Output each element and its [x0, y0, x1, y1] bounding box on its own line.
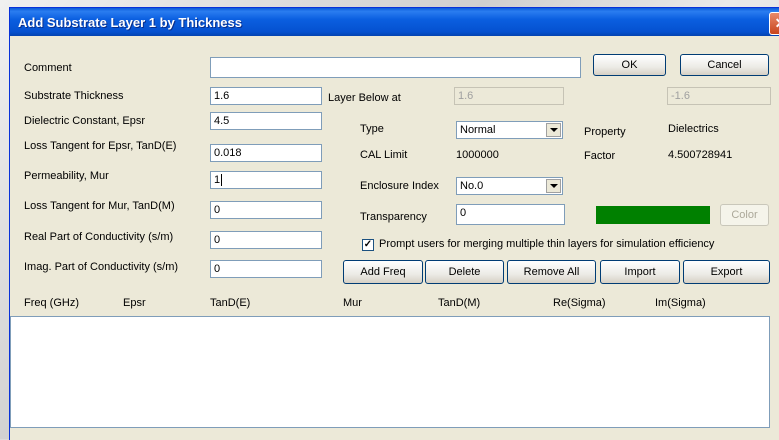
- substrate-thickness-label: Substrate Thickness: [24, 90, 124, 102]
- permeability-value: 1: [214, 174, 221, 186]
- close-button[interactable]: ✕: [769, 12, 779, 35]
- layer-below-right-input: -1.6: [667, 87, 771, 105]
- ok-button[interactable]: OK: [593, 54, 666, 76]
- export-button[interactable]: Export: [683, 260, 770, 284]
- factor-value: 4.500728941: [668, 149, 733, 161]
- type-dropdown[interactable]: Normal: [456, 121, 563, 139]
- add-freq-button[interactable]: Add Freq: [343, 260, 423, 284]
- import-button[interactable]: Import: [600, 260, 680, 284]
- loss-tangent-mur-label: Loss Tangent for Mur, TanD(M): [24, 200, 175, 212]
- permeability-input[interactable]: 1: [210, 171, 322, 189]
- column-header-freq: Freq (GHz): [24, 297, 79, 309]
- enclosure-index-dropdown[interactable]: No.0: [456, 177, 563, 195]
- comment-input[interactable]: [210, 57, 581, 78]
- delete-button[interactable]: Delete: [425, 260, 504, 284]
- frequency-table[interactable]: [10, 316, 770, 428]
- column-header-tand-m: TanD(M): [438, 297, 481, 309]
- type-selected: Normal: [460, 124, 496, 136]
- transparency-label: Transparency: [360, 211, 427, 223]
- remove-all-button[interactable]: Remove All: [507, 260, 596, 284]
- cal-limit-value: 1000000: [456, 149, 499, 161]
- title-bar[interactable]: Add Substrate Layer 1 by Thickness ✕: [10, 8, 779, 36]
- property-label: Property: [584, 126, 626, 138]
- prompt-merge-checkbox[interactable]: ✓: [362, 239, 374, 251]
- property-value: Dielectrics: [668, 123, 719, 135]
- chevron-down-icon[interactable]: [546, 123, 561, 137]
- transparency-input[interactable]: 0: [456, 204, 565, 225]
- permeability-label: Permeability, Mur: [24, 170, 109, 182]
- loss-tangent-epsr-input[interactable]: 0.018: [210, 144, 322, 162]
- chevron-down-icon[interactable]: [546, 179, 561, 193]
- enclosure-selected: No.0: [460, 180, 484, 192]
- color-button[interactable]: Color: [720, 204, 769, 226]
- substrate-thickness-input[interactable]: 1.6: [210, 87, 322, 105]
- imag-conductivity-input[interactable]: 0: [210, 260, 322, 278]
- dialog-title: Add Substrate Layer 1 by Thickness: [18, 15, 242, 30]
- layer-below-input: 1.6: [454, 87, 564, 105]
- loss-tangent-epsr-label: Loss Tangent for Epsr, TanD(E): [24, 140, 177, 152]
- column-header-im-sigma: Im(Sigma): [655, 297, 706, 309]
- prompt-merge-label: Prompt users for merging multiple thin l…: [379, 238, 715, 250]
- dielectric-constant-label: Dielectric Constant, Epsr: [24, 115, 146, 127]
- loss-tangent-mur-input[interactable]: 0: [210, 201, 322, 219]
- dielectric-constant-input[interactable]: 4.5: [210, 112, 322, 130]
- enclosure-index-label: Enclosure Index: [360, 180, 439, 192]
- comment-label: Comment: [24, 62, 72, 74]
- factor-label: Factor: [584, 150, 616, 162]
- column-header-re-sigma: Re(Sigma): [553, 297, 606, 309]
- cancel-button[interactable]: Cancel: [680, 54, 769, 76]
- type-label: Type: [360, 123, 384, 135]
- column-header-tand-e: TanD(E): [210, 297, 251, 309]
- column-header-mur: Mur: [343, 297, 362, 309]
- add-substrate-layer-dialog: Add Substrate Layer 1 by Thickness ✕ Com…: [9, 7, 779, 440]
- real-conductivity-input[interactable]: 0: [210, 231, 322, 249]
- cal-limit-label: CAL Limit: [360, 149, 408, 161]
- real-conductivity-label: Real Part of Conductivity (s/m): [24, 231, 174, 243]
- imag-conductivity-label: Imag. Part of Conductivity (s/m): [24, 261, 179, 273]
- layer-below-label: Layer Below at: [328, 92, 401, 104]
- column-header-epsr: Epsr: [123, 297, 146, 309]
- text-caret: [221, 174, 222, 186]
- color-swatch: [596, 206, 710, 224]
